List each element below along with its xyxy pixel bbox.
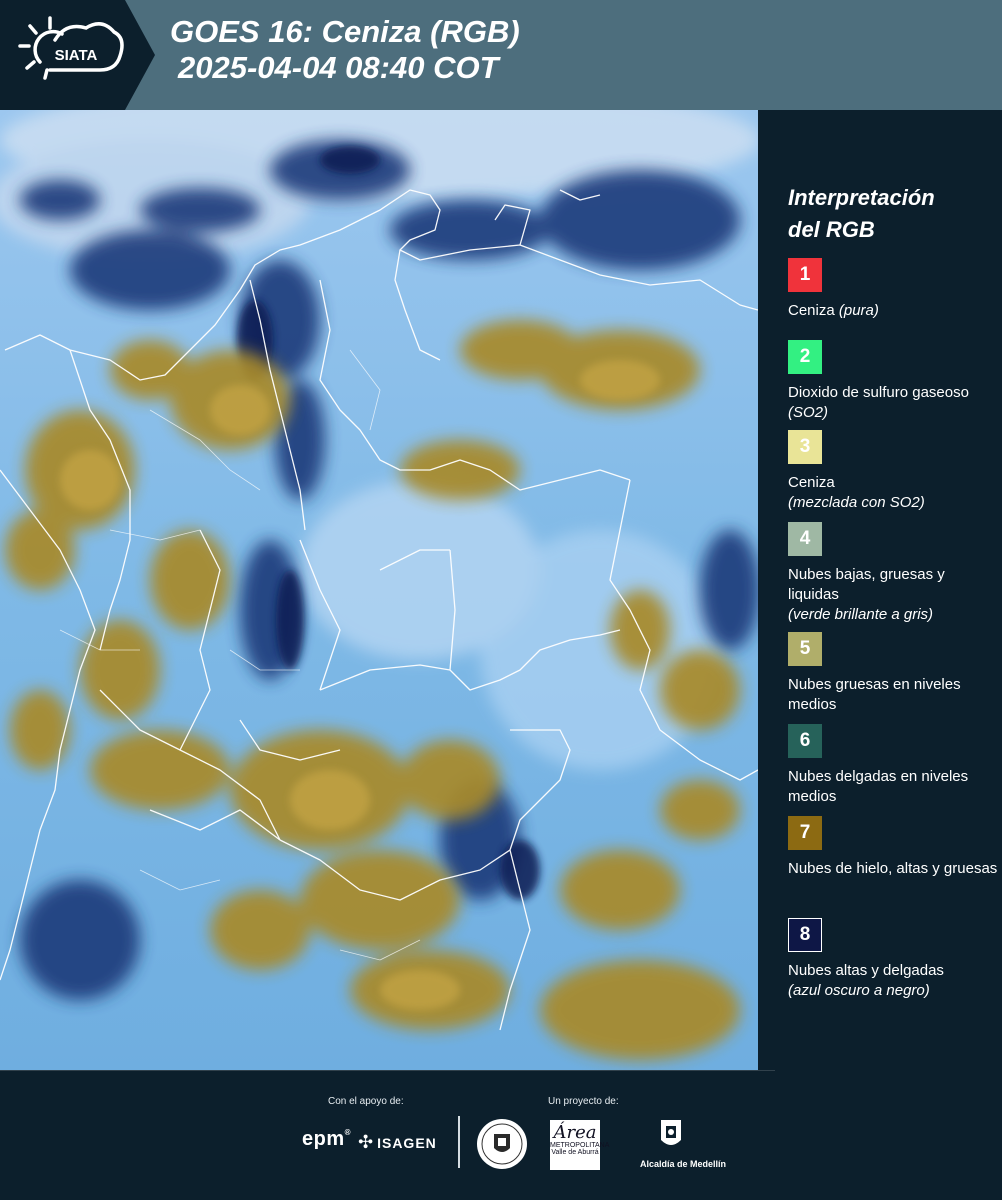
legend-label: Dioxido de sulfuro gaseoso (SO2): [788, 383, 998, 423]
legend-title: Interpretación del RGB: [788, 182, 935, 246]
legend-title-line1: Interpretación: [788, 185, 935, 210]
legend-swatch: 3: [788, 430, 822, 464]
area-metropolitana-logo: Área METROPOLITANA Valle de Aburrá: [550, 1120, 610, 1170]
footer: Con el apoyo de: Un proyecto de: epm® ✣ I…: [0, 1070, 1002, 1200]
footer-divider: [0, 1070, 775, 1071]
legend-swatch: 2: [788, 340, 822, 374]
legend-label-text: Nubes gruesas en niveles medios: [788, 676, 961, 713]
legend-label: Ceniza (mezclada con SO2): [788, 473, 998, 513]
legend-item-8: 8 Nubes altas y delgadas (azul oscuro a ne…: [788, 918, 998, 1001]
area-logo-text: Área: [553, 1122, 597, 1143]
legend-label-note: (azul oscuro a negro): [788, 982, 930, 999]
siata-logo-text: SIATA: [55, 47, 98, 64]
legend-label-text: Nubes delgadas en niveles medios: [788, 768, 969, 805]
satellite-map: [0, 110, 758, 1070]
legend-label: Nubes de hielo, altas y gruesas: [788, 859, 998, 879]
legend-label-text: Ceniza: [788, 302, 835, 319]
legend-item-6: 6 Nubes delgadas en niveles medios: [788, 724, 998, 807]
legend-item-3: 3 Ceniza (mezclada con SO2): [788, 430, 998, 513]
alcaldia-medellin-logo: Alcaldía de Medellín: [640, 1118, 727, 1169]
legend-swatch: 4: [788, 522, 822, 556]
epm-logo: epm®: [302, 1128, 352, 1150]
legend-item-1: 1 Ceniza (pura): [788, 258, 998, 321]
legend-label-text: Nubes altas y delgadas: [788, 962, 944, 979]
legend-swatch: 6: [788, 724, 822, 758]
legend-swatch: 5: [788, 632, 822, 666]
legend-swatch: 7: [788, 816, 822, 850]
siata-logo: SIATA: [0, 0, 155, 110]
legend-label: Nubes delgadas en niveles medios: [788, 767, 998, 807]
satellite-image: [0, 110, 758, 1070]
area-logo-sub: METROPOLITANA: [550, 1142, 610, 1149]
siata-logo-graphic: SIATA: [0, 0, 155, 110]
legend-swatch: 1: [788, 258, 822, 292]
isagen-logo: ✣ ISAGEN: [358, 1132, 437, 1153]
header-bar: SIATA GOES 16: Ceniza (RGB) 2025-04-04 0…: [0, 0, 1002, 110]
project-label: Un proyecto de:: [548, 1096, 619, 1107]
legend-swatch: 8: [788, 918, 822, 952]
legend-label-note: (pura): [838, 302, 879, 319]
isagen-mark-icon: ✣: [358, 1132, 375, 1152]
medellin-logo-text: Alcaldía de Medellín: [640, 1159, 727, 1169]
university-seal-icon: [477, 1119, 527, 1169]
legend-label: Nubes altas y delgadas (azul oscuro a neg…: [788, 961, 998, 1001]
legend-item-2: 2 Dioxido de sulfuro gaseoso (SO2): [788, 340, 998, 423]
epm-logo-text: epm: [302, 1128, 345, 1150]
legend-label-note: (SO2): [788, 404, 829, 421]
footer-vertical-divider: [458, 1116, 460, 1168]
legend-label-text: Ceniza: [788, 474, 835, 491]
legend-label: Nubes bajas, gruesas y liquidas (verde br…: [788, 565, 998, 625]
legend-label-text: Dioxido de sulfuro gaseoso: [788, 384, 969, 401]
medellin-shield-icon: [661, 1120, 681, 1145]
legend-label-text: Nubes de hielo, altas y gruesas: [788, 860, 998, 877]
legend-item-4: 4 Nubes bajas, gruesas y liquidas (verde b…: [788, 522, 998, 625]
area-logo-sub2: Valle de Aburrá: [551, 1149, 599, 1156]
legend-label-note: (verde brillante a gris): [788, 606, 934, 623]
legend-label-text: Nubes bajas, gruesas y liquidas: [788, 566, 945, 603]
legend-title-line2: del RGB: [788, 217, 875, 242]
title-product: GOES 16: Ceniza (RGB): [170, 14, 520, 49]
legend-label: Ceniza (pura): [788, 301, 998, 321]
rgb-legend: Interpretación del RGB 1 Ceniza (pura) 2 Di…: [760, 110, 1002, 1070]
legend-item-7: 7 Nubes de hielo, altas y gruesas: [788, 816, 998, 879]
legend-label-note: (mezclada con SO2): [788, 494, 925, 511]
title-timestamp: 2025-04-04 08:40 COT: [178, 50, 499, 85]
legend-label: Nubes gruesas en niveles medios: [788, 675, 998, 715]
isagen-logo-text: ISAGEN: [377, 1134, 437, 1151]
support-label: Con el apoyo de:: [328, 1096, 404, 1107]
legend-item-5: 5 Nubes gruesas en niveles medios: [788, 632, 998, 715]
page-title: GOES 16: Ceniza (RGB) 2025-04-04 08:40 C…: [170, 14, 520, 86]
